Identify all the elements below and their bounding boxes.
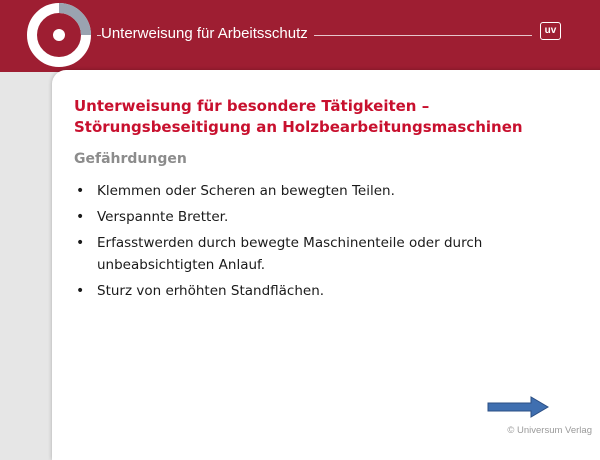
header-bar: Unterweisung für Arbeitsschutz uv xyxy=(0,0,600,72)
arrow-right-icon[interactable] xyxy=(487,396,549,418)
hazard-list: Klemmen oder Scheren an bewegten Teilen.… xyxy=(74,180,574,306)
list-item: Erfasstwerden durch bewegte Maschinentei… xyxy=(74,232,574,276)
header-title: Unterweisung für Arbeitsschutz xyxy=(101,24,314,44)
list-item: Klemmen oder Scheren an bewegten Teilen. xyxy=(74,180,574,202)
logo-icon xyxy=(27,3,91,67)
slide-title: Unterweisung für besondere Tätigkeiten –… xyxy=(74,97,523,136)
section-subheading: Gefährdungen xyxy=(74,151,187,167)
list-item: Sturz von erhöhten Standflächen. xyxy=(74,280,574,302)
list-item: Verspannte Bretter. xyxy=(74,206,574,228)
uv-badge: uv xyxy=(540,22,561,40)
copyright-text: © Universum Verlag xyxy=(507,425,592,436)
